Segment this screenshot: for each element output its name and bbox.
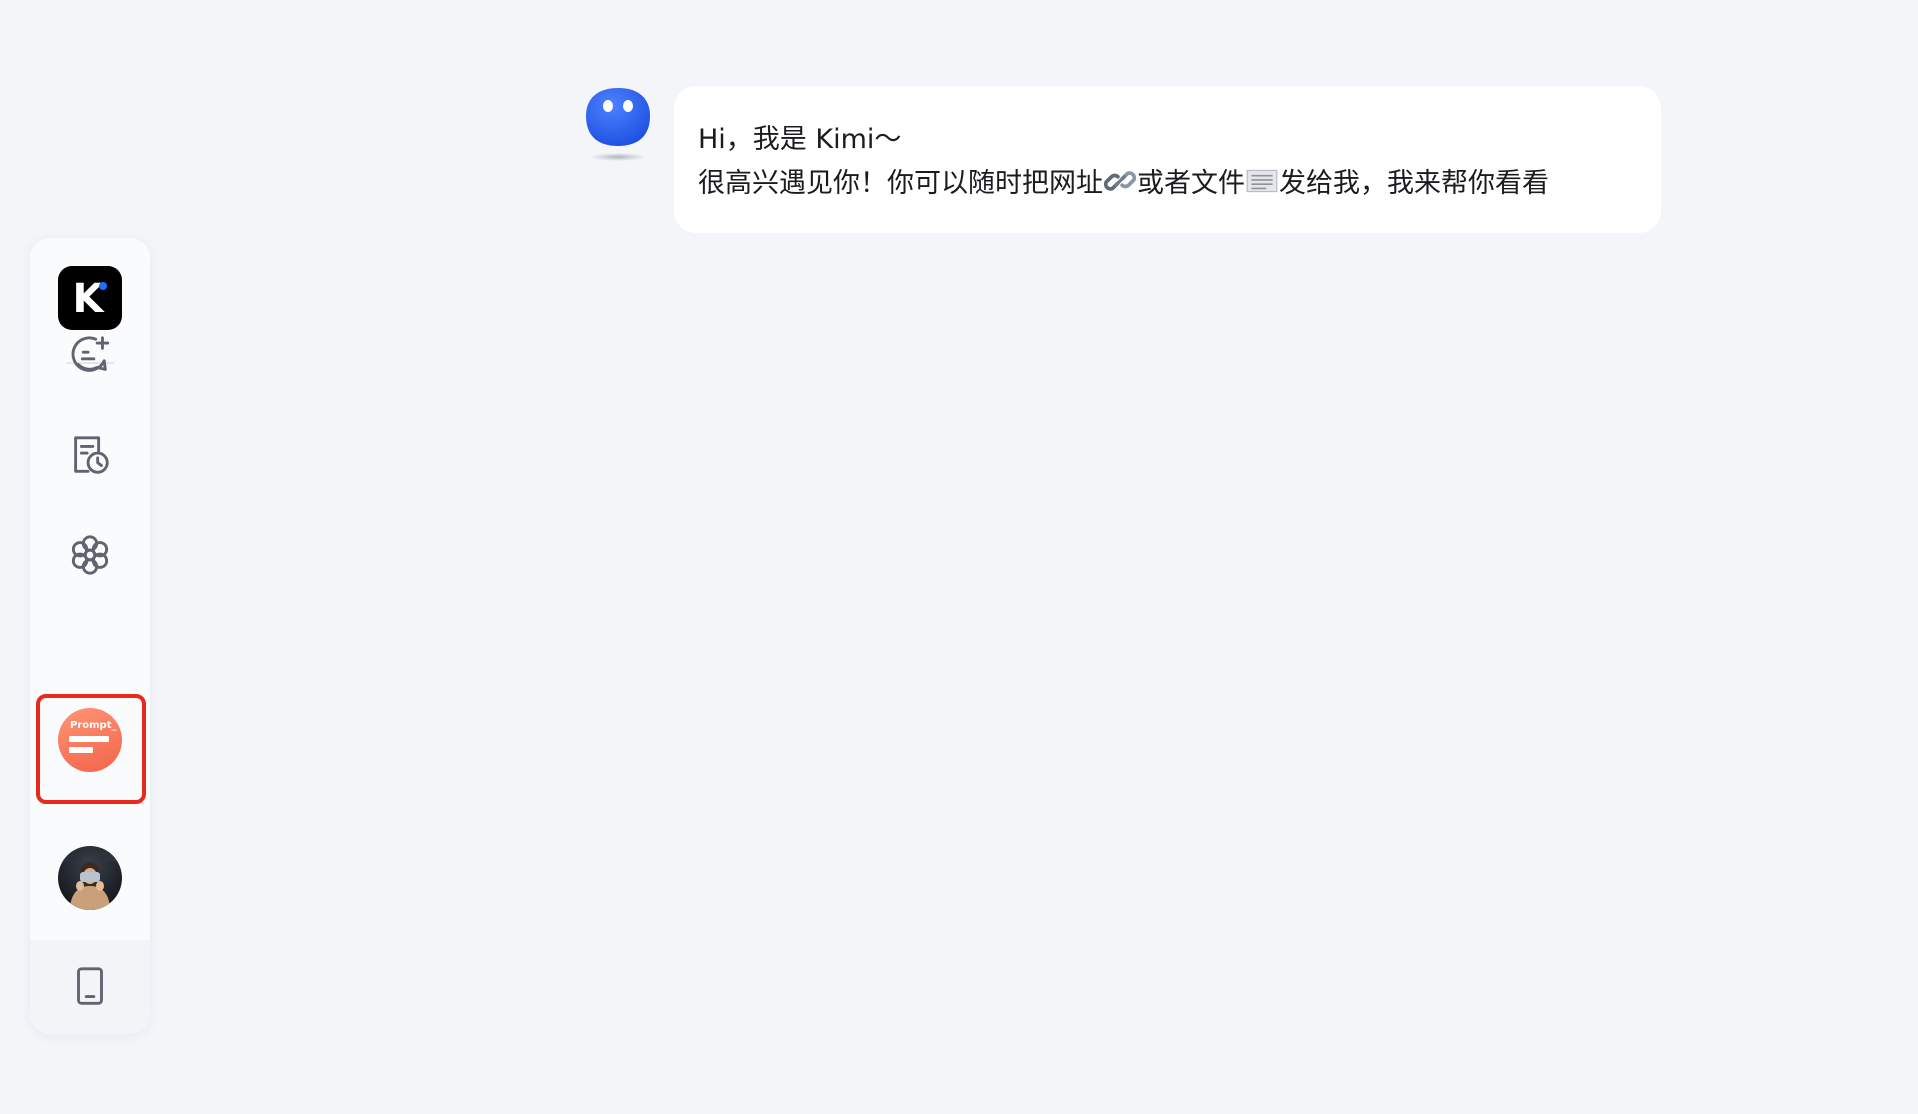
explore-button[interactable] [58,523,122,587]
device-button[interactable] [58,954,122,1018]
kimi-bot-icon [586,88,650,161]
message-text-part1: 很高兴遇见你！你可以随时把网址 [698,168,1103,199]
document-clock-icon [74,436,109,474]
message-bubble: Hi，我是 Kimi～ 很高兴遇见你！你可以随时把网址 或者文件 发给我，我来帮你看… [674,86,1661,233]
prompt-bar-icon [69,736,109,742]
message-line-1: Hi，我是 Kimi～ [698,124,902,155]
message-text-part3: 发给我，我来帮你看看 [1279,168,1549,199]
document-emoji-icon [1245,164,1279,212]
message-line-2: 很高兴遇见你！你可以随时把网址 或者文件 发给我，我来帮你看看 [698,162,1637,212]
prompt-bar-short-icon [69,747,93,753]
user-avatar[interactable] [58,846,122,910]
history-button[interactable] [58,423,122,487]
kimi-logo[interactable]: K [58,266,122,330]
flower-icon [71,535,109,575]
sidebar: K Prompt_ [30,238,150,1034]
kimi-bot-avatar [582,86,654,164]
user-avatar-image [58,846,122,910]
link-emoji-icon [1103,164,1137,212]
tablet-icon [77,967,103,1005]
device-area [30,940,150,1034]
message-text-part2: 或者文件 [1137,168,1245,199]
chat-plus-icon [71,336,110,372]
logo-dot-icon [99,282,107,290]
new-chat-button[interactable] [58,323,122,387]
prompt-label: Prompt_ [70,720,117,731]
prompt-button[interactable]: Prompt_ [58,708,122,772]
